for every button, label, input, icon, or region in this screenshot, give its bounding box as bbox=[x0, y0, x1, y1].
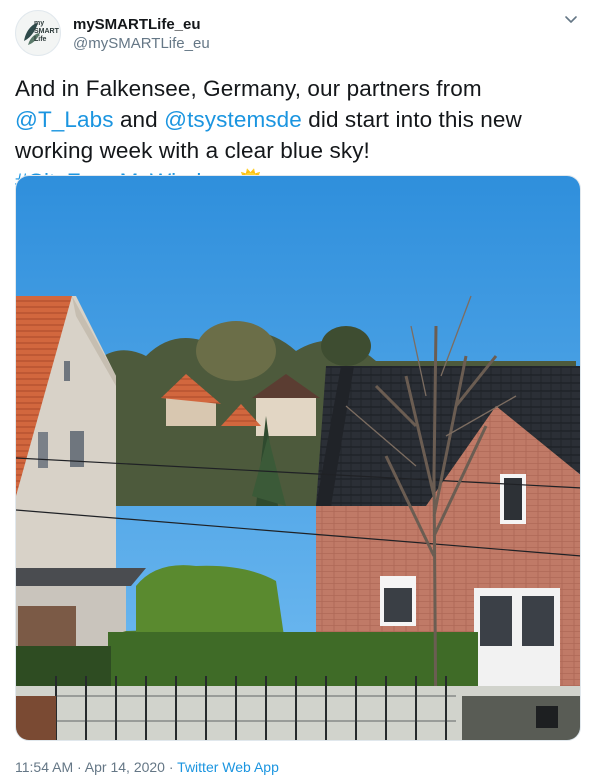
avatar[interactable]: my SMART Life bbox=[15, 10, 61, 56]
meta-separator: · bbox=[73, 759, 85, 775]
mention-link[interactable]: @T_Labs bbox=[15, 107, 114, 132]
mention-link[interactable]: @tsystemsde bbox=[164, 107, 302, 132]
tweet-meta: 11:54 AM · Apr 14, 2020 · Twitter Web Ap… bbox=[15, 758, 279, 776]
meta-separator: · bbox=[164, 759, 178, 775]
chevron-down-icon[interactable] bbox=[563, 14, 579, 26]
tweet-text-segment: and bbox=[113, 107, 165, 132]
tweet-source-link[interactable]: Twitter Web App bbox=[177, 759, 279, 775]
author-handle[interactable]: @mySMARTLife_eu bbox=[73, 34, 210, 54]
photo-street-scene bbox=[16, 176, 580, 740]
tweet-photo[interactable] bbox=[15, 175, 581, 741]
author-info: mySMARTLife_eu @mySMARTLife_eu bbox=[73, 16, 210, 54]
author-display-name[interactable]: mySMARTLife_eu bbox=[73, 16, 210, 34]
tweet-header: my SMART Life mySMARTLife_eu @mySMARTLif… bbox=[15, 10, 581, 56]
tweet-text-segment: And in Falkensee, Germany, our partners … bbox=[15, 76, 482, 101]
avatar-logo-text: my SMART Life bbox=[34, 20, 59, 43]
tweet-time[interactable]: 11:54 AM bbox=[15, 759, 73, 775]
tweet-date[interactable]: Apr 14, 2020 bbox=[85, 759, 165, 775]
